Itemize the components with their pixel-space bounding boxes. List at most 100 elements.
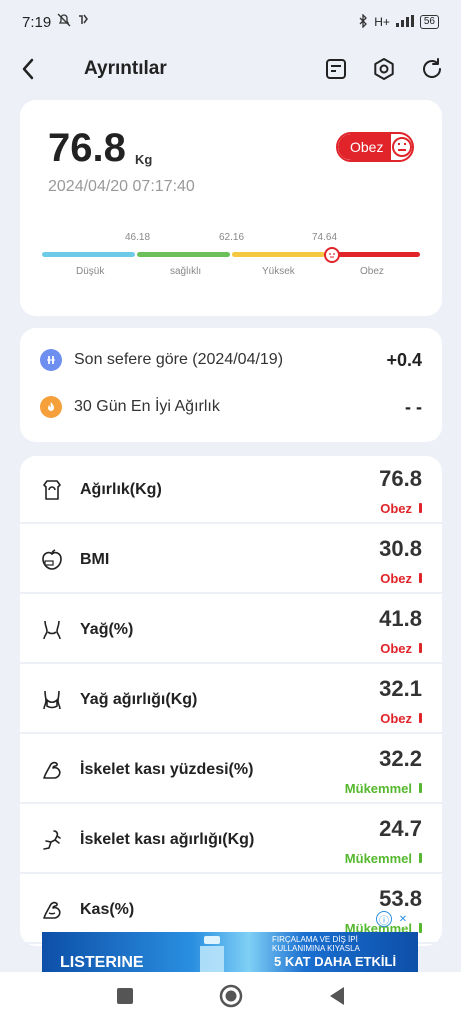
running-icon (43, 830, 61, 850)
mute-icon (57, 13, 71, 31)
status-indicator (419, 783, 422, 793)
weight-summary-card: 76.8 Kg 2024/04/20 07:17:40 Obez 46.18 6… (20, 100, 442, 316)
report-button[interactable] (323, 56, 349, 82)
scale-segment-healthy (137, 252, 230, 257)
battery-icon: 56 (419, 15, 439, 29)
metric-row-weight[interactable]: Ağırlık(Kg) 76.8 Obez (20, 456, 442, 524)
scale-tick: 46.18 (125, 232, 151, 243)
back-button[interactable] (16, 57, 40, 81)
metric-name: İskelet kası ağırlığı(Kg) (80, 831, 255, 848)
metric-status: Obez (380, 571, 412, 586)
weight-unit: Kg (135, 152, 153, 167)
scale-tick: 74.64 (312, 232, 338, 243)
metrics-list: Ağırlık(Kg) 76.8 Obez BMI 30.8 Obez Yağ(… (20, 456, 442, 946)
scale-label: Obez (360, 266, 384, 277)
metric-value: 53.8 (379, 886, 422, 911)
ad-line: KULLANIMINA KIYASLA (272, 944, 360, 953)
measurement-datetime: 2024/04/20 07:17:40 (48, 178, 195, 195)
network-type: H+ (374, 15, 390, 29)
comparison-card: Son sefere göre (2024/04/19) +0.4 30 Gün… (20, 328, 442, 442)
face-icon (391, 136, 412, 158)
scale-tick: 62.16 (219, 232, 245, 243)
comparison-row: Son sefere göre (2024/04/19) +0.4 (40, 345, 422, 375)
system-nav-bar (0, 972, 461, 1024)
status-indicator (419, 503, 422, 513)
back-nav-button[interactable] (328, 986, 346, 1011)
notification-icon (77, 13, 89, 31)
metric-row-bmi[interactable]: BMI 30.8 Obez (20, 526, 442, 594)
scale-icon (43, 480, 61, 500)
ad-line: FIRÇALAMA VE DİŞ İPİ (272, 935, 358, 944)
weight-value: 76.8 (48, 126, 126, 170)
status-time: 7:19 (22, 13, 52, 31)
metric-value: 24.7 (379, 816, 422, 841)
fire-icon (40, 396, 62, 418)
refresh-icon (423, 58, 442, 78)
square-icon (116, 987, 133, 1004)
comparison-value: +0.4 (386, 349, 422, 370)
body-fat-icon (43, 620, 61, 640)
scale-segment-obese (327, 252, 420, 257)
muscle-arm-icon (43, 761, 61, 779)
app-bar: Ayrıntılar (0, 44, 461, 94)
home-button[interactable] (219, 984, 243, 1013)
status-indicator (419, 573, 422, 583)
scale-label: Düşük (76, 266, 105, 277)
scale-segment-high (232, 252, 325, 257)
fat-weight-icon (43, 690, 61, 710)
ad-close-icon[interactable]: ✕ (395, 911, 411, 927)
recent-apps-button[interactable] (116, 987, 134, 1010)
scale-segment-low (42, 252, 135, 257)
metric-row-skeletal-muscle-weight[interactable]: İskelet kası ağırlığı(Kg) 24.7 Mükemmel (20, 806, 442, 874)
status-indicator (419, 853, 422, 863)
weight-scale-bar (42, 252, 420, 257)
metric-status: Mükemmel (344, 781, 412, 796)
page-title: Ayrıntılar (84, 58, 167, 79)
compare-icon (40, 349, 62, 371)
metric-status: Obez (380, 641, 412, 656)
metric-value: 32.1 (379, 676, 422, 701)
ad-brand: LISTERINE (60, 954, 144, 971)
metric-name: Yağ ağırlığı(Kg) (80, 691, 198, 708)
metric-row-fat[interactable]: Yağ(%) 41.8 Obez (20, 596, 442, 664)
metric-status: Obez (380, 501, 412, 516)
mouthwash-bottle-icon (192, 934, 232, 972)
best-weight-label: 30 Gün En İyi Ağırlık (74, 398, 220, 415)
status-indicator (419, 643, 422, 653)
metric-name: İskelet kası yüzdesi(%) (80, 761, 254, 778)
metric-row-skeletal-muscle-pct[interactable]: İskelet kası yüzdesi(%) 32.2 Mükemmel (20, 736, 442, 804)
metric-value: 41.8 (379, 606, 422, 631)
muscle-icon (43, 901, 61, 919)
settings-icon (374, 58, 394, 80)
status-indicator (419, 923, 422, 933)
chevron-left-icon (22, 58, 34, 80)
metric-name: Yağ(%) (80, 621, 134, 638)
metric-name: Ağırlık(Kg) (80, 481, 162, 498)
metric-value: 30.8 (379, 536, 422, 561)
metric-status: Obez (380, 711, 412, 726)
settings-button[interactable] (371, 56, 397, 82)
metric-value: 76.8 (379, 466, 422, 491)
triangle-back-icon (329, 986, 344, 1005)
metric-name: Kas(%) (80, 901, 135, 918)
best-weight-row: 30 Gün En İyi Ağırlık - - (40, 392, 422, 422)
bmi-icon (42, 549, 62, 570)
scale-label: sağlıklı (170, 266, 202, 277)
ad-banner[interactable]: LISTERINE FIRÇALAMA VE DİŞ İPİ KULLANIMI… (42, 932, 418, 972)
scale-marker-icon (324, 247, 340, 263)
status-badge-label: Obez (338, 134, 392, 160)
metric-value: 32.2 (379, 746, 422, 771)
status-indicator (419, 713, 422, 723)
signal-icon (395, 14, 414, 30)
status-bar: 7:19 H+ 56 (0, 0, 461, 44)
metric-row-fat-weight[interactable]: Yağ ağırlığı(Kg) 32.1 Obez (20, 666, 442, 734)
refresh-button[interactable] (419, 56, 445, 82)
ad-controls: ⓘ ✕ (376, 911, 411, 927)
bluetooth-icon (358, 12, 368, 31)
circle-icon (219, 984, 242, 1007)
ad-info-icon[interactable]: ⓘ (376, 911, 392, 927)
status-badge: Obez (336, 132, 414, 162)
metric-status: Mükemmel (344, 851, 412, 866)
best-weight-value: - - (405, 396, 422, 417)
ad-headline: 5 KAT DAHA ETKİLİ (274, 954, 397, 969)
